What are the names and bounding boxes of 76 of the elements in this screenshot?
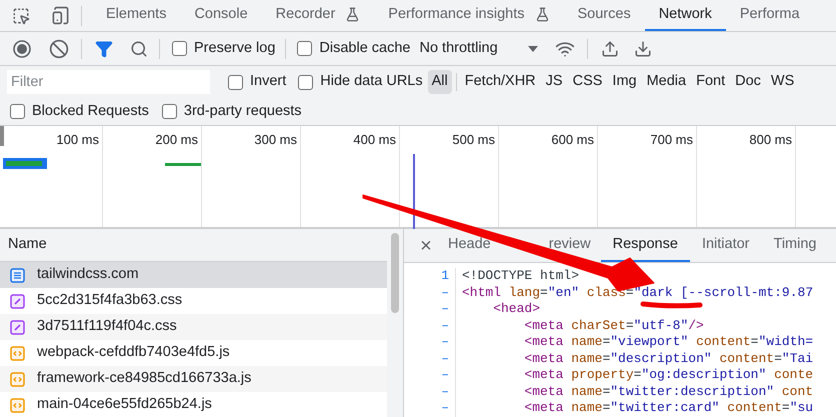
script-icon	[10, 398, 25, 412]
detail-tab[interactable]: Heade	[442, 229, 541, 262]
detail-tab[interactable]: Initiator	[690, 229, 762, 262]
document-icon	[10, 268, 25, 282]
time-tick-label: 700 ms	[650, 131, 693, 149]
annotation-underline	[640, 302, 702, 308]
type-filter-button[interactable]: JS	[542, 70, 567, 94]
code-line: <meta name="twitter:card" content="su	[523, 400, 814, 416]
type-filter-button[interactable]: Media	[642, 70, 690, 94]
upload-icon[interactable]	[600, 40, 619, 58]
panel-tab[interactable]: Performa	[726, 0, 814, 31]
line-number: 1	[441, 268, 449, 284]
type-filter-button[interactable]: Font	[692, 70, 730, 94]
panel-tab[interactable]: Performance insights	[374, 0, 564, 31]
type-filter-button[interactable]: CSS	[568, 70, 606, 94]
checkbox[interactable]: Preserve log	[172, 38, 276, 60]
inspect-icon[interactable]	[12, 6, 30, 24]
line-number: –	[441, 334, 449, 350]
download-icon[interactable]	[634, 40, 652, 58]
panel-tab[interactable]: Console	[180, 0, 262, 31]
line-number: –	[441, 367, 449, 384]
checkbox[interactable]: 3rd-party requests	[162, 100, 302, 122]
scrollbar-thumb[interactable]	[391, 233, 399, 313]
stylesheet-icon	[10, 320, 25, 334]
request-row[interactable]: 3d7511f119f4f04c.css	[0, 314, 387, 340]
time-tick-label: 500 ms	[452, 131, 495, 149]
code-line: <!DOCTYPE html>	[462, 268, 580, 284]
panel-tab[interactable]: Recorder	[262, 0, 374, 31]
flask-icon	[534, 7, 550, 22]
time-tick-label: 200 ms	[155, 131, 198, 149]
detail-tab[interactable]: Timing	[762, 229, 828, 262]
time-tick-label: 100 ms	[56, 131, 99, 149]
throttling-dropdown[interactable]: No throttling	[419, 38, 539, 60]
request-row[interactable]: tailwindcss.com	[0, 262, 387, 288]
type-filter-button[interactable]: Doc	[731, 70, 765, 94]
type-filter-button[interactable]: Img	[608, 70, 641, 94]
stylesheet-icon	[10, 294, 25, 308]
caret-icon	[526, 44, 539, 52]
code-line: <meta name="description" content="Tai	[523, 350, 814, 367]
type-filter-button[interactable]: WS	[766, 70, 798, 94]
line-number: –	[441, 350, 449, 367]
code-line: <meta name="twitter:description" cont	[523, 384, 814, 400]
type-filter-button[interactable]: All	[428, 70, 452, 94]
panel-tab[interactable]: Elements	[92, 0, 180, 31]
line-number: –	[441, 400, 449, 416]
line-number: –	[441, 284, 449, 301]
column-header[interactable]: Name	[0, 229, 387, 262]
close-button[interactable]: ×	[416, 236, 436, 256]
clear-icon[interactable]	[49, 38, 69, 58]
code-line: <meta name="viewport" content="width=	[523, 334, 814, 350]
record-icon[interactable]	[12, 38, 32, 58]
checkbox[interactable]: Disable cache	[297, 38, 410, 60]
type-filter-button[interactable]: Fetch/XHR	[460, 70, 540, 94]
time-tick-label: 400 ms	[353, 131, 396, 149]
device-icon[interactable]	[51, 6, 70, 25]
code-line: <meta charSet="utf-8"/>	[523, 318, 704, 334]
flask-icon	[345, 7, 360, 22]
filter-field[interactable]: Filter	[7, 70, 210, 94]
time-tick-label: 600 ms	[551, 131, 594, 149]
filter-icon[interactable]	[95, 40, 113, 58]
code-line: <meta property="og:description" conte	[523, 367, 814, 384]
time-tick-label: 300 ms	[254, 131, 297, 149]
line-number: –	[441, 318, 449, 334]
checkbox[interactable]: Blocked Requests	[10, 100, 149, 122]
checkbox[interactable]: Invert	[228, 71, 286, 93]
detail-tab[interactable]: review	[540, 229, 601, 262]
line-number: –	[441, 384, 449, 400]
checkbox[interactable]: Hide data URLs	[298, 71, 423, 93]
search-icon[interactable]	[130, 40, 148, 58]
script-icon	[10, 346, 25, 360]
time-tick-label: 800 ms	[749, 131, 792, 149]
request-row[interactable]: framework-ce84985cd166733a.js	[0, 366, 387, 392]
line-number: –	[441, 301, 449, 318]
script-icon	[10, 372, 25, 386]
code-line: <head>	[492, 301, 540, 318]
panel-tab[interactable]: Sources	[564, 0, 645, 31]
